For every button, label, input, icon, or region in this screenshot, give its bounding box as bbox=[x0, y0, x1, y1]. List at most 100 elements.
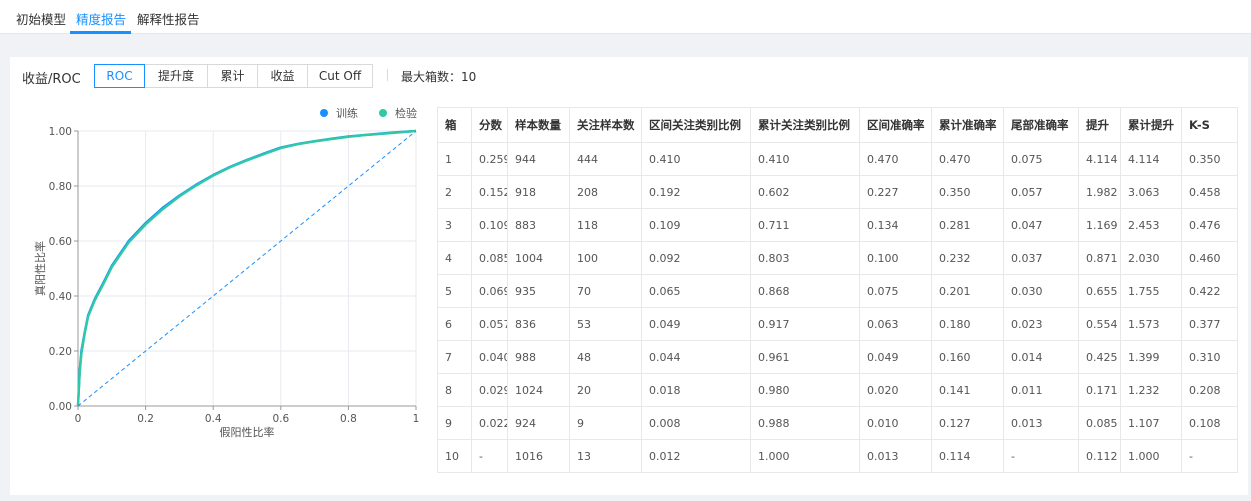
table-row: 6 0.057 836 53 0.049 0.917 0.063 0.180 0.023 0.55… bbox=[437, 307, 1238, 341]
table-cell: 1016 bbox=[507, 439, 570, 473]
table-cell: 0.470 bbox=[931, 142, 1004, 176]
table-cell: 0.310 bbox=[1181, 340, 1238, 374]
cutoff-button[interactable]: Cut Off bbox=[307, 64, 373, 88]
table-cell: 0.425 bbox=[1078, 340, 1121, 374]
table-cell: 0.868 bbox=[750, 274, 860, 308]
column-header: 累计提升 bbox=[1120, 107, 1182, 143]
column-header: 累计准确率 bbox=[931, 107, 1004, 143]
table-cell: 0.010 bbox=[859, 406, 932, 440]
table-cell: 0.018 bbox=[641, 373, 751, 407]
chart-series bbox=[76, 129, 417, 407]
table-cell: 0.047 bbox=[1003, 208, 1079, 242]
table-cell: 0.377 bbox=[1181, 307, 1238, 341]
column-header: 分数 bbox=[471, 107, 508, 143]
x-tick-label: 1 bbox=[413, 413, 420, 425]
table-cell: 1004 bbox=[507, 241, 570, 275]
tab-accuracy-report[interactable]: 精度报告 bbox=[76, 9, 126, 28]
table-cell: 924 bbox=[507, 406, 570, 440]
chart-legend[interactable]: 训练 检验 bbox=[320, 106, 417, 120]
table-row: 8 0.029 1024 20 0.018 0.980 0.020 0.141 0.011 0.1… bbox=[437, 373, 1238, 407]
roc-chart: 0 0.2 0.4 0.6 0.8 1 0.00 0.20 0.40 0.60 0.80 1.00 训… bbox=[33, 106, 420, 439]
table-cell: 0.458 bbox=[1181, 175, 1238, 209]
table-cell: 0.201 bbox=[931, 274, 1004, 308]
table-cell: 0.030 bbox=[1003, 274, 1079, 308]
x-tick-label: 0.4 bbox=[205, 413, 222, 425]
table-cell: 944 bbox=[507, 142, 570, 176]
legend-label[interactable]: 训练 bbox=[336, 106, 358, 120]
column-header: 提升 bbox=[1078, 107, 1121, 143]
table-cell: 0.350 bbox=[931, 175, 1004, 209]
table-cell: 0.012 bbox=[641, 439, 751, 473]
table-cell: 0.227 bbox=[859, 175, 932, 209]
toolbar-divider bbox=[387, 69, 388, 81]
table-cell: 0.655 bbox=[1078, 274, 1121, 308]
table-cell: 0.020 bbox=[859, 373, 932, 407]
x-tick-label: 0.6 bbox=[272, 413, 289, 425]
table-cell: 6 bbox=[437, 307, 472, 341]
column-header: 箱 bbox=[437, 107, 472, 143]
table-cell: 0.075 bbox=[1003, 142, 1079, 176]
cumulative-button[interactable]: 累计 bbox=[207, 64, 258, 88]
table-cell: 8 bbox=[437, 373, 472, 407]
table-cell: 0.917 bbox=[750, 307, 860, 341]
legend-marker[interactable] bbox=[320, 109, 328, 117]
table-cell: 0.063 bbox=[859, 307, 932, 341]
y-tick-label: 0.80 bbox=[49, 181, 72, 193]
column-header: 累计关注类别比例 bbox=[750, 107, 860, 143]
gain-button[interactable]: 收益 bbox=[257, 64, 308, 88]
table-cell: 0.281 bbox=[931, 208, 1004, 242]
table-cell: 0.160 bbox=[931, 340, 1004, 374]
y-tick-label: 0.40 bbox=[49, 291, 72, 303]
table-cell: 0.049 bbox=[641, 307, 751, 341]
column-header: 样本数量 bbox=[507, 107, 570, 143]
x-tick-label: 0.2 bbox=[137, 413, 154, 425]
table-cell: 20 bbox=[569, 373, 642, 407]
table-cell: 0.114 bbox=[931, 439, 1004, 473]
table-cell: 0.037 bbox=[1003, 241, 1079, 275]
table-cell: 0.410 bbox=[641, 142, 751, 176]
table-cell: 70 bbox=[569, 274, 642, 308]
table-cell: 0.152 bbox=[471, 175, 508, 209]
table-cell: 1.107 bbox=[1120, 406, 1182, 440]
tab-explainability-report[interactable]: 解释性报告 bbox=[137, 9, 200, 28]
table-cell: 0.108 bbox=[1181, 406, 1238, 440]
bin-metrics-table: 箱分数 样本数量 关注样本数 区间关注类别比例 累计关注类别比例 区间准确率 累计准确率 尾部… bbox=[437, 107, 1238, 473]
table-cell: 4.114 bbox=[1120, 142, 1182, 176]
table-cell: 0.112 bbox=[1078, 439, 1121, 473]
table-cell: 53 bbox=[569, 307, 642, 341]
table-cell: 0.109 bbox=[641, 208, 751, 242]
legend-label[interactable]: 检验 bbox=[395, 106, 417, 120]
lift-button[interactable]: 提升度 bbox=[144, 64, 208, 88]
roc-button[interactable]: ROC bbox=[94, 64, 145, 88]
table-cell: 988 bbox=[507, 340, 570, 374]
tab-initial-model[interactable]: 初始模型 bbox=[16, 9, 66, 28]
table-cell: 1.982 bbox=[1078, 175, 1121, 209]
table-cell: 7 bbox=[437, 340, 472, 374]
table-cell: 10 bbox=[437, 439, 472, 473]
top-nav: 初始模型 精度报告 解释性报告 bbox=[0, 0, 1251, 34]
table-cell: 48 bbox=[569, 340, 642, 374]
table-cell: 0.013 bbox=[859, 439, 932, 473]
table-cell: 0.092 bbox=[641, 241, 751, 275]
table-row: 1 0.259 944 444 0.410 0.410 0.470 0.470 0.075 4.1… bbox=[437, 142, 1238, 176]
table-cell: 0.014 bbox=[1003, 340, 1079, 374]
table-row: 7 0.040 988 48 0.044 0.961 0.049 0.160 0.014 0.42… bbox=[437, 340, 1238, 374]
column-header: K-S bbox=[1181, 107, 1238, 143]
table-row: 5 0.069 935 70 0.065 0.868 0.075 0.201 0.030 0.65… bbox=[437, 274, 1238, 308]
table-cell: 13 bbox=[569, 439, 642, 473]
active-tab-indicator bbox=[70, 31, 131, 34]
table-cell: 0.980 bbox=[750, 373, 860, 407]
bin-metrics-table-wrap: 箱分数 样本数量 关注样本数 区间关注类别比例 累计关注类别比例 区间准确率 累计准确率 尾部… bbox=[437, 107, 1238, 473]
table-cell: 0.554 bbox=[1078, 307, 1121, 341]
table-cell: - bbox=[471, 439, 508, 473]
table-cell: 0.008 bbox=[641, 406, 751, 440]
table-cell: 935 bbox=[507, 274, 570, 308]
x-axis-label: 假阳性比率 bbox=[220, 425, 275, 439]
table-row: 9 0.022 924 9 0.008 0.988 0.010 0.127 0.013 0.085… bbox=[437, 406, 1238, 440]
table-cell: 0.134 bbox=[859, 208, 932, 242]
table-cell: 0.232 bbox=[931, 241, 1004, 275]
y-tick-label: 1.00 bbox=[49, 126, 72, 138]
legend-marker[interactable] bbox=[379, 109, 387, 117]
chart-axes: 0 0.2 0.4 0.6 0.8 1 0.00 0.20 0.40 0.60 0.80 1.00 bbox=[49, 126, 420, 425]
table-cell: 0.065 bbox=[641, 274, 751, 308]
